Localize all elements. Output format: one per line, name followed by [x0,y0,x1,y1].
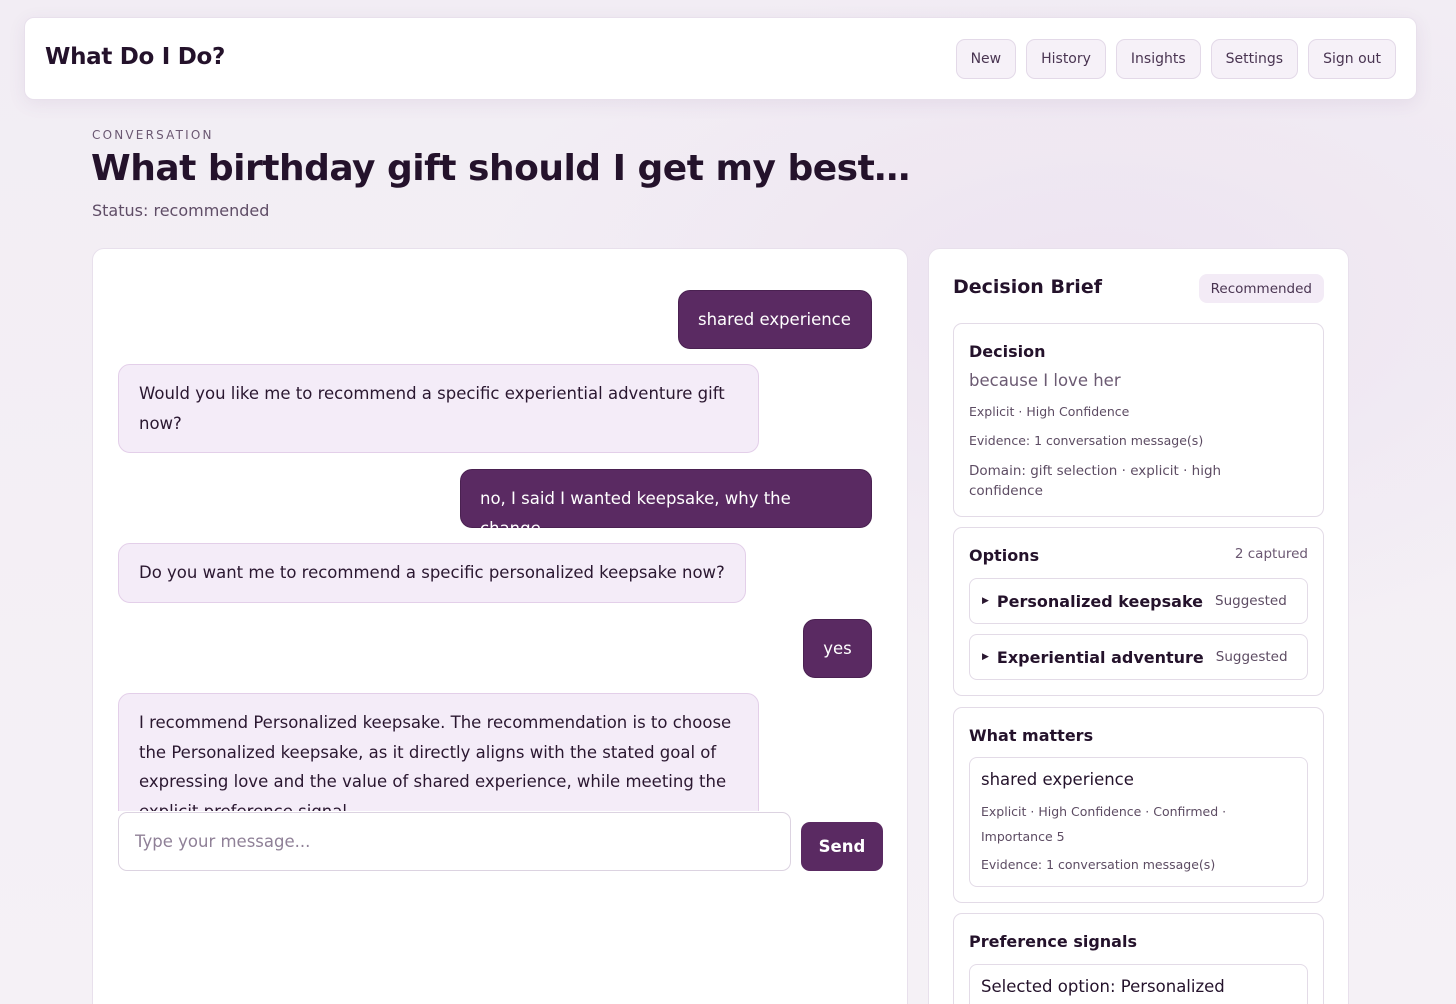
decision-domain: Domain: gift selection · explicit · high… [969,463,1222,499]
user-message: yes [803,619,872,678]
decision-title: Decision [969,342,1046,361]
page-title: What birthday gift should I get my best… [91,148,910,189]
user-message: shared experience [678,290,872,349]
status-text: Status: recommended [92,201,270,220]
criterion-item: shared experience Explicit · High Confid… [969,757,1308,887]
decision-brief-panel: Decision Brief Recommended Decision beca… [928,248,1349,1004]
message-input[interactable] [118,812,791,871]
what-matters-card: What matters shared experience Explicit … [953,707,1324,903]
options-title: Options [969,546,1040,565]
decision-value: because I love her [969,371,1121,390]
assistant-message: Would you like me to recommend a specifi… [118,364,759,453]
preference-signals-title: Preference signals [969,932,1137,951]
options-card: Options 2 captured ▶ Personalized keepsa… [953,527,1324,696]
user-message: no, I said I wanted keepsake, why the ch… [460,469,872,538]
criterion-meta: Explicit · High Confidence · Confirmed ·… [981,804,1227,844]
criterion-label: shared experience [981,770,1134,789]
option-tag: Suggested [1215,649,1288,665]
nav-new-button[interactable]: New [955,39,1017,79]
option-label: Personalized keepsake [996,591,1203,611]
option-item[interactable]: ▶ Experiential adventure Suggested [969,634,1308,680]
status-badge: Recommended [1198,274,1324,303]
decision-meta: Explicit · High Confidence [969,404,1130,419]
preference-signal-label: Selected option: Personalized [981,977,1225,996]
what-matters-title: What matters [969,726,1094,745]
options-count: 2 captured [1234,546,1308,562]
nav-insights-button[interactable]: Insights [1115,39,1201,79]
decision-evidence: Evidence: 1 conversation message(s) [969,433,1204,448]
criterion-evidence: Evidence: 1 conversation message(s) [981,857,1216,872]
assistant-message: Do you want me to recommend a specific p… [118,543,746,603]
option-label: Experiential adventure [996,647,1204,667]
top-navbar: What Do I Do? New History Insights Setti… [24,17,1417,100]
send-button[interactable]: Send [801,822,883,871]
preference-signal-item: Selected option: Personalized [969,964,1308,1004]
decision-card: Decision because I love her Explicit · H… [953,323,1324,517]
preference-signals-card: Preference signals Selected option: Pers… [953,913,1324,1004]
brief-title: Decision Brief [953,276,1102,298]
nav-signout-button[interactable]: Sign out [1308,39,1396,79]
message-list[interactable]: shared experience Would you like me to r… [93,249,907,811]
nav-bar: New History Insights Settings Sign out [955,39,1396,79]
nav-history-button[interactable]: History [1026,39,1106,79]
assistant-message: I recommend Personalized keepsake. The r… [118,693,759,811]
chat-panel: shared experience Would you like me to r… [92,248,908,1004]
option-item[interactable]: ▶ Personalized keepsake Suggested [969,578,1308,624]
option-tag: Suggested [1215,593,1287,609]
nav-settings-button[interactable]: Settings [1210,39,1299,79]
disclosure-triangle-icon: ▶ [982,652,989,662]
page-eyebrow: CONVERSATION [92,128,214,142]
disclosure-triangle-icon: ▶ [982,596,989,606]
app-title[interactable]: What Do I Do? [45,44,225,70]
